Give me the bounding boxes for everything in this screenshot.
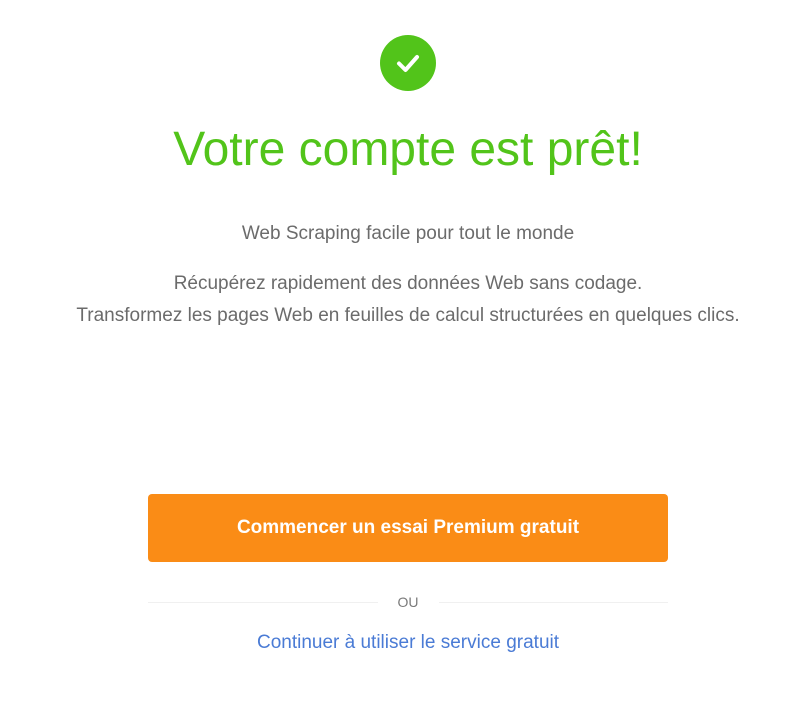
- checkmark-icon: [397, 55, 419, 72]
- start-premium-trial-button[interactable]: Commencer un essai Premium gratuit: [148, 494, 668, 562]
- check-circle-icon: [380, 35, 436, 91]
- account-ready-page: Votre compte est prêt! Web Scraping faci…: [0, 0, 796, 706]
- divider-line-left: [148, 601, 378, 603]
- subtitle: Web Scraping facile pour tout le monde: [241, 223, 575, 244]
- description-line-2: Transformez les pages Web en feuilles de…: [76, 305, 740, 326]
- or-label: OU: [397, 594, 419, 610]
- page-title: Votre compte est prêt!: [173, 123, 643, 176]
- description-line-1: Récupérez rapidement des données Web san…: [173, 273, 643, 294]
- continue-free-link[interactable]: Continuer à utiliser le service gratuit: [0, 630, 796, 656]
- or-divider: OU: [148, 590, 668, 614]
- divider-line-right: [438, 601, 668, 603]
